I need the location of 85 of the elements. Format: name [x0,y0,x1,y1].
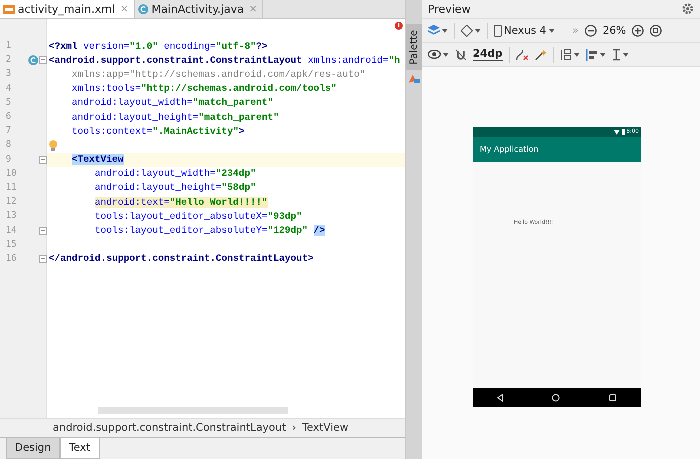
layers-icon [428,25,440,36]
line-number: 4 [5,84,12,94]
fold-icon[interactable] [39,226,47,235]
horizontal-scrollbar[interactable] [98,407,288,414]
distribute-icon [560,48,572,60]
code-line: android:text="Hello World!!!!" [95,196,268,208]
caret-icon [443,52,449,56]
phone-icon [494,24,502,36]
caret-icon [600,52,606,56]
text-cursor-icon [612,48,621,60]
code-line: tools:layout_editor_absoluteX="93dp" [95,210,302,222]
xml-file-icon [3,4,15,14]
zoom-level: 26% [602,24,626,36]
palette-icon [408,74,420,83]
line-number: 15 [5,240,18,250]
code-line: <?xml version="1.0" encoding="utf-8"?> [49,40,268,52]
line-number: 1 [5,41,12,52]
clear-constraints-icon[interactable] [516,48,529,60]
align-button[interactable] [586,48,606,60]
code-line: android:layout_height="58dp" [95,182,256,194]
settings-icon[interactable] [682,3,694,15]
view-tab[interactable]: Design [6,438,60,459]
caret-icon [574,52,580,56]
eye-icon [428,50,441,59]
breadcrumb-item[interactable]: android.support.constraint.ConstraintLayout [53,422,286,434]
class-icon [28,54,39,66]
device-dropdown[interactable]: Nexus 4 [494,24,554,36]
fold-icon[interactable] [39,254,47,263]
line-number: 5 [5,98,12,108]
distribute-button[interactable] [560,48,580,60]
back-icon[interactable] [497,394,504,402]
code-line: xmlns:app="http://schemas.android.com/apk/res-auto" [72,68,366,80]
layers-button[interactable] [428,25,448,36]
margin-button[interactable]: 24dp [473,48,503,61]
line-number: 16 [5,254,18,264]
editor-tab[interactable]: activity_main.xml × [0,0,135,18]
visibility-button[interactable] [428,50,449,59]
align-left-icon [586,48,598,60]
battery-icon [622,129,625,135]
guidelines-button[interactable] [612,48,629,60]
code-line: android:layout_height="match_parent" [72,112,280,123]
magic-wand-icon[interactable] [534,48,547,60]
class-icon [138,4,149,14]
panel-title: Preview [428,2,471,16]
breadcrumb-item[interactable]: TextView [302,422,349,434]
caret-icon [548,28,554,32]
recents-icon[interactable] [608,394,617,402]
breadcrumb-separator: › [292,422,296,434]
home-icon[interactable] [552,394,560,402]
code-line: </android.support.constraint.ConstraintLayout> [49,253,314,264]
caret-icon [622,52,629,56]
view-tab[interactable]: Text [60,438,100,459]
editor-tab[interactable]: MainActivity.java × [134,0,264,18]
code-line: xmlns:tools="http://schemas.android.com/tools" [72,83,337,94]
line-number: 11 [5,182,18,193]
code-line: android:layout_width="234dp" [95,168,256,180]
line-number: 8 [5,140,12,150]
line-number: 14 [5,226,18,236]
tab-label: MainActivity.java [152,2,244,16]
code-line: tools:context=".MainActivity"> [72,126,245,137]
lightbulb-icon[interactable] [49,140,58,151]
fold-icon[interactable] [39,156,47,164]
palette-tab[interactable]: Palette [406,24,422,70]
magnet-off-icon[interactable] [455,48,467,60]
tab-label: activity_main.xml [18,2,116,16]
zoom-fit-icon[interactable] [650,24,662,36]
caret-icon [442,28,448,32]
line-number: 10 [5,168,18,179]
wifi-icon [614,130,620,134]
line-number: 6 [5,112,12,122]
line-number: 7 [5,126,12,136]
fold-icon[interactable] [39,56,47,64]
code-line: android:layout_width="match_parent" [72,97,274,108]
line-number: 13 [5,211,18,222]
code-line: <android.support.constraint.ConstraintLayout xmlns:android="h [49,54,400,66]
line-number: 9 [5,154,12,165]
orientation-button[interactable] [461,24,481,36]
caret-icon [475,28,481,32]
code-line: tools:layout_editor_absoluteY="129dp" /> [95,225,326,236]
zoom-out-icon[interactable] [584,24,597,36]
zoom-in-icon[interactable] [632,24,644,36]
line-number: 12 [5,197,18,208]
line-number: 2 [5,55,12,66]
line-number: 3 [5,69,12,80]
app-title: My Application [480,145,539,154]
